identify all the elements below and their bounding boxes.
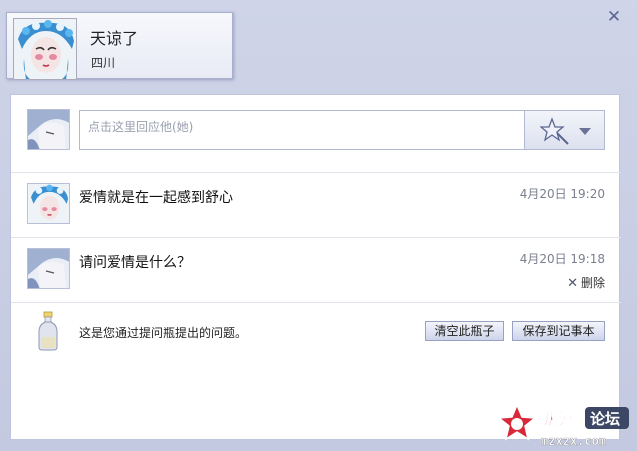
divider [11,302,621,303]
bottle-icon [38,311,58,351]
sender-avatar[interactable] [27,183,70,224]
profile-card: 天谅了 四川 [6,12,233,80]
message-time: 4月20日 19:20 [519,187,605,201]
reply-input[interactable]: 点击这里回应他(她) [79,110,525,150]
my-avatar [27,109,70,150]
dialog-window: ✕ 天谅了 四川 点击这里回应他(她) 爱情就是在一起感到舒心 4月20日 19… [0,0,637,451]
message-text: 爱情就是在一起感到舒心 [79,190,233,206]
svg-text:论坛: 论坛 [590,410,620,428]
close-icon[interactable]: ✕ [605,8,623,26]
star-wand-icon [540,117,569,145]
divider [11,237,621,238]
delete-button[interactable]: ✕ 删除 [567,274,605,291]
clear-bottle-button[interactable]: 清空此瓶子 [425,321,504,341]
profile-name[interactable]: 天谅了 [90,25,138,49]
avatar[interactable] [13,18,77,80]
delete-label: 删除 [580,276,605,290]
chevron-down-icon [579,128,591,135]
profile-location: 四川 [91,56,116,70]
save-to-notepad-button[interactable]: 保存到记事本 [512,321,605,341]
my-avatar [27,248,70,289]
svg-text:mzxzx.com: mzxzx.com [541,434,606,448]
message-text: 请问爱情是什么？ [79,255,191,271]
close-icon: ✕ [567,276,578,291]
message-time: 4月20日 19:18 [519,252,605,266]
watermark-logo: 纵兔 论坛 mzxzx.com [497,403,629,448]
conversation-panel: 点击这里回应他(她) 爱情就是在一起感到舒心 4月20日 19:20 请问爱情是… [10,94,621,440]
svg-text:纵兔: 纵兔 [539,409,573,430]
emoji-picker-button[interactable] [524,110,605,150]
divider [11,172,621,173]
bottle-notice: 这是您通过提问瓶提出的问题。 [79,326,248,340]
